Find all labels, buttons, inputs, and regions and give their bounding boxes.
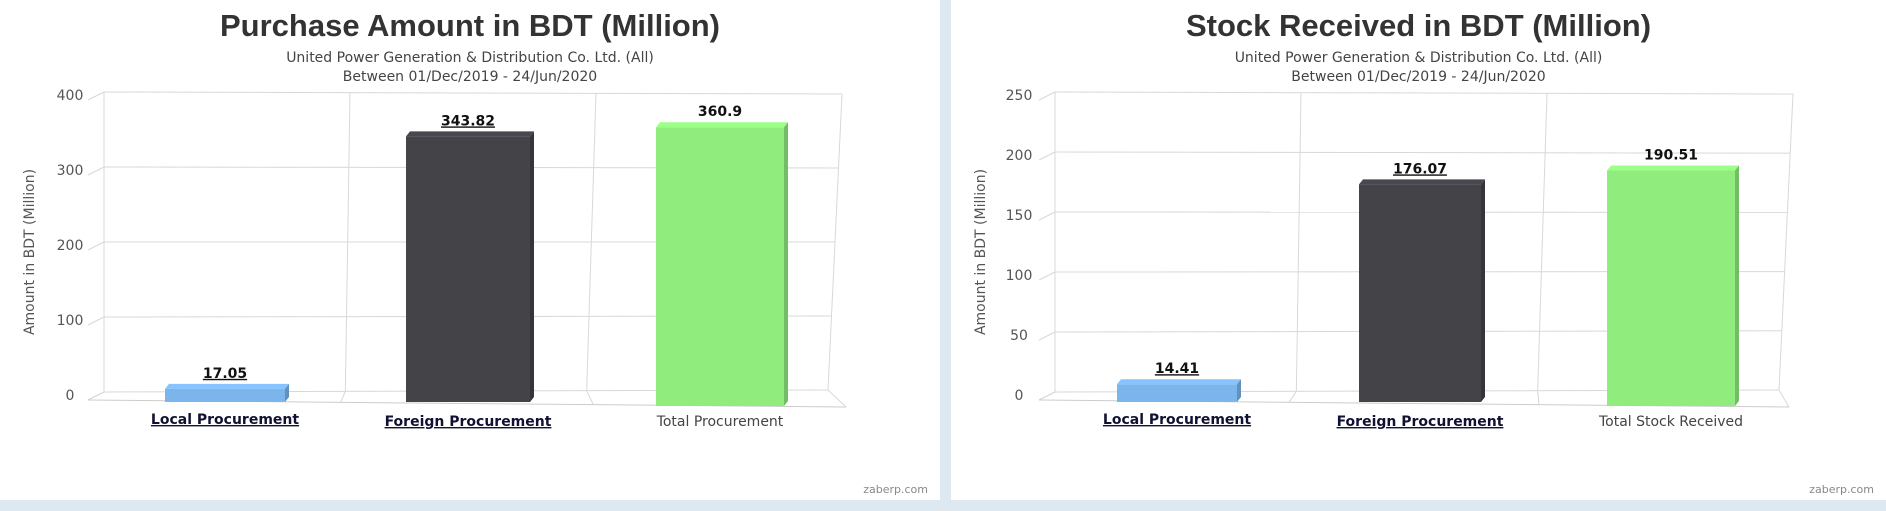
- bar-front: [165, 388, 285, 402]
- bar-front: [1607, 170, 1735, 406]
- bar-foreign-procurement[interactable]: [1359, 179, 1485, 402]
- vertical-gridline: [1778, 93, 1794, 391]
- bar-top: [1117, 379, 1241, 385]
- side-gridline: [1038, 331, 1056, 341]
- bar-top: [406, 131, 534, 137]
- purchase-chart-panel: Purchase Amount in BDT (Million) United …: [0, 0, 940, 500]
- bar-front: [406, 136, 530, 402]
- y-tick-label: 400: [57, 88, 84, 104]
- x-category-label[interactable]: Foreign Procurement: [1337, 414, 1504, 430]
- bar-top: [1359, 179, 1485, 185]
- purchase-chart-plot: 0 100 200 300 400 Amount in BDT (Million) 17.0…: [22, 88, 847, 430]
- y-tick-label: 100: [57, 313, 84, 329]
- y-tick-label: 200: [57, 238, 84, 254]
- bar-front: [656, 127, 784, 407]
- y-tick-label: 200: [1006, 148, 1033, 164]
- bar-side: [1735, 165, 1739, 406]
- bar-front: [1359, 184, 1481, 402]
- side-gridline: [1038, 211, 1056, 221]
- vertical-gridline: [1295, 92, 1302, 392]
- side-gridline: [87, 166, 105, 176]
- side-gridline: [87, 316, 105, 326]
- data-label: 360.9: [698, 104, 742, 120]
- floor-gridline: [1537, 390, 1540, 405]
- floor-gridline: [87, 391, 105, 401]
- side-gridline: [87, 241, 105, 251]
- floor-gridline: [827, 389, 847, 408]
- x-category-label: Total Stock Received: [1598, 414, 1743, 430]
- x-category-label: Total Procurement: [656, 414, 784, 430]
- y-tick-label: 300: [57, 163, 84, 179]
- side-gridline: [87, 91, 105, 101]
- y-tick-label: 100: [1006, 268, 1033, 284]
- y-tick-label: 0: [66, 388, 75, 404]
- bar-side: [530, 131, 534, 402]
- bar-top: [165, 383, 289, 389]
- bar-total-stock-received[interactable]: [1607, 165, 1739, 406]
- bar-side: [784, 122, 788, 407]
- data-label[interactable]: 14.41: [1155, 361, 1199, 377]
- bar-top: [656, 122, 788, 128]
- bar-local-procurement[interactable]: [165, 383, 289, 402]
- bar-top: [1607, 165, 1739, 171]
- gridline: [1054, 91, 1794, 95]
- bar-foreign-procurement[interactable]: [406, 131, 534, 402]
- stock-chart-panel: Stock Received in BDT (Million) United P…: [951, 0, 1886, 500]
- bar-local-procurement[interactable]: [1117, 379, 1241, 402]
- gridline: [103, 91, 843, 95]
- y-axis-label: Amount in BDT (Million): [973, 169, 989, 335]
- floor-gridline: [1038, 391, 1056, 401]
- x-category-label[interactable]: Local Procurement: [1103, 412, 1251, 428]
- y-axis-label: Amount in BDT (Million): [22, 169, 38, 335]
- y-tick-label: 250: [1006, 88, 1033, 104]
- y-tick-label: 50: [1010, 328, 1028, 344]
- y-tick-label: 0: [1015, 388, 1024, 404]
- vertical-gridline: [1537, 93, 1548, 391]
- bar-side: [1481, 179, 1485, 402]
- side-gridline: [1038, 91, 1056, 101]
- data-label[interactable]: 176.07: [1393, 161, 1447, 177]
- bar-total-procurement[interactable]: [656, 122, 788, 407]
- data-label[interactable]: 17.05: [203, 366, 247, 382]
- side-gridline: [1038, 151, 1056, 161]
- side-gridline: [1038, 271, 1056, 281]
- floor-gridline: [340, 391, 346, 403]
- data-label: 190.51: [1644, 148, 1698, 164]
- x-category-label[interactable]: Foreign Procurement: [385, 414, 552, 430]
- credits-link[interactable]: zaberp.com: [863, 483, 928, 496]
- floor-gridline: [1778, 389, 1790, 408]
- bar-front: [1117, 384, 1237, 402]
- x-category-label[interactable]: Local Procurement: [151, 412, 299, 428]
- data-label[interactable]: 343.82: [441, 113, 495, 129]
- stock-chart-plot: 0 50 100 150 200 250 Amount in BDT (Million) 14…: [973, 88, 1794, 430]
- credits-link[interactable]: zaberp.com: [1809, 483, 1874, 496]
- floor-gridline: [586, 390, 594, 405]
- y-tick-label: 150: [1006, 208, 1033, 224]
- floor-gridline: [1288, 391, 1297, 403]
